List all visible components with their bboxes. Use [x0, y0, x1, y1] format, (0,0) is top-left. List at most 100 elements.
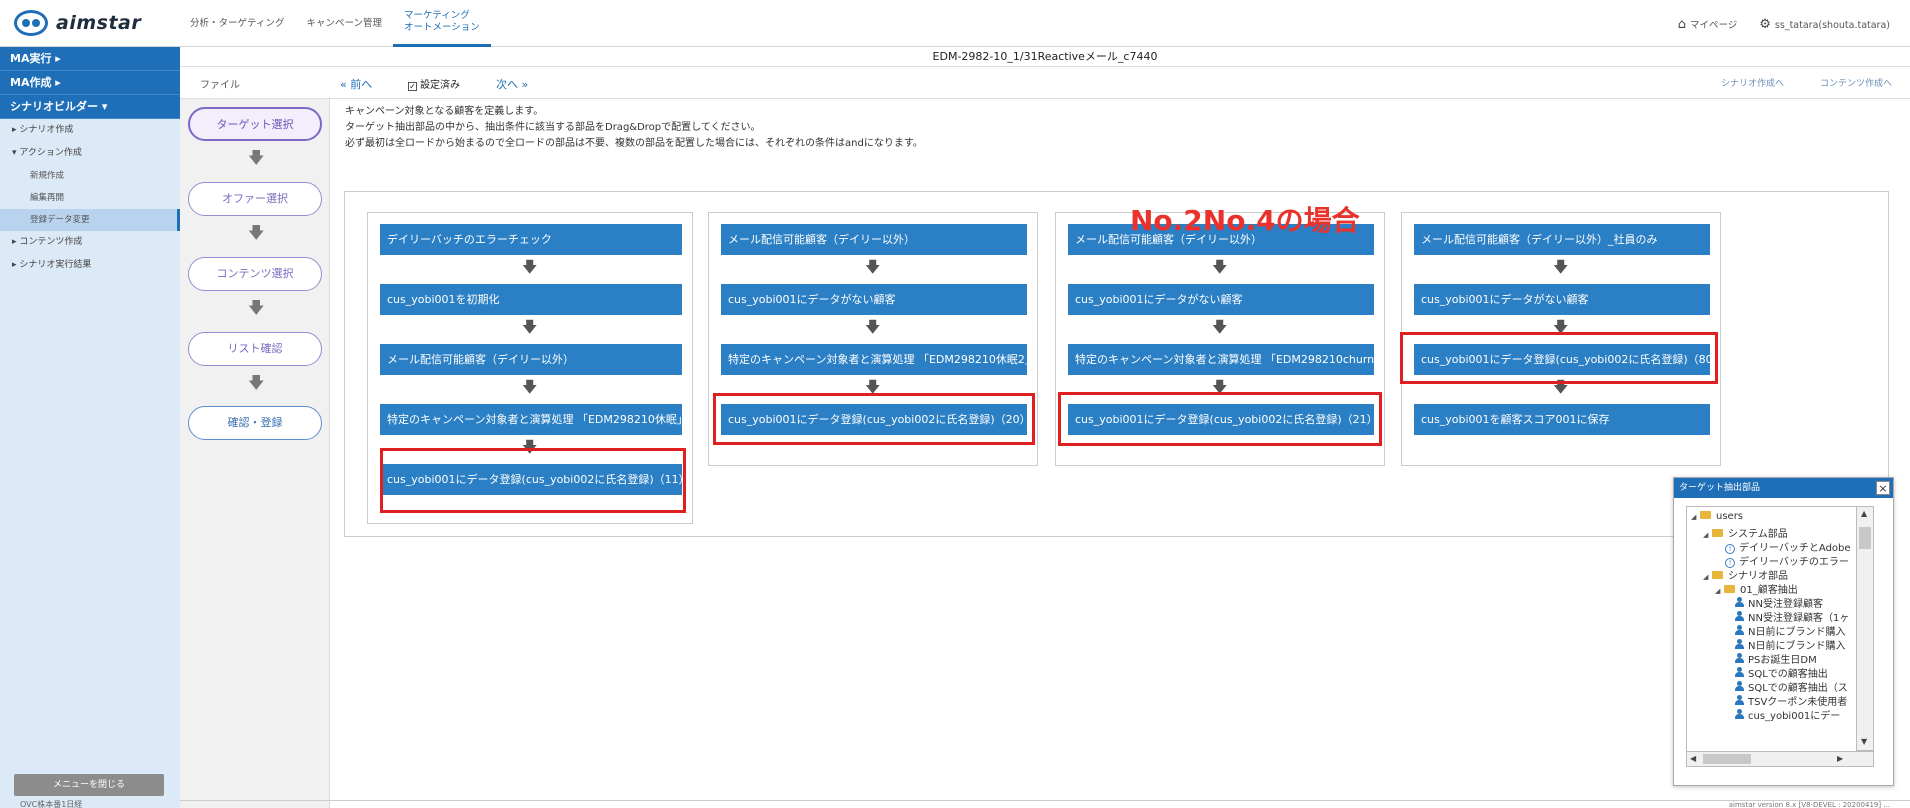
down-arrow-icon: 🡇: [522, 258, 538, 276]
sidebar-item-action-create[interactable]: ▾ アクション作成: [0, 142, 180, 165]
flow-block[interactable]: cus_yobi001にデータがない顧客: [1068, 284, 1374, 315]
step-confirm-register[interactable]: 確認・登録: [188, 406, 322, 440]
scroll-up-icon[interactable]: ▲: [1861, 509, 1867, 518]
collapse-icon[interactable]: ◢: [1691, 513, 1700, 521]
tree-node-part[interactable]: ! デイリーバッチのエラー: [1725, 553, 1849, 568]
step-offer-select[interactable]: オファー選択: [188, 182, 322, 216]
highlight-box: [380, 448, 686, 513]
toolbar: ファイル « 前へ ✓ 設定済み 次へ » シナリオ作成へ コンテンツ作成へ: [180, 67, 1910, 99]
close-menu-button[interactable]: メニューを閉じる: [14, 774, 164, 796]
collapse-icon[interactable]: ◢: [1715, 587, 1724, 595]
mypage-label: マイページ: [1689, 20, 1738, 31]
top-header: aimstar 分析・ターゲティング キャンペーン管理 マーケティング オートメ…: [0, 0, 1910, 47]
user-icon: [1735, 597, 1744, 607]
flow-block[interactable]: cus_yobi001を顧客スコア001に保存: [1414, 404, 1710, 435]
sidebar-item-scenario-results[interactable]: ▸ シナリオ実行結果: [0, 254, 180, 277]
sidebar-item-scenario-create[interactable]: ▸ シナリオ作成: [0, 119, 180, 142]
flow-block[interactable]: cus_yobi001を初期化: [380, 284, 682, 315]
tree-node-part[interactable]: NN受注登録顧客（1ヶ: [1735, 609, 1849, 624]
configured-checkbox[interactable]: ✓ 設定済み: [408, 76, 460, 91]
step-target-select[interactable]: ターゲット選択: [188, 107, 322, 141]
collapse-icon[interactable]: ◢: [1703, 573, 1712, 581]
down-arrow-icon: 🡇: [248, 223, 265, 242]
annotation-title: No.2No.4の場合: [1130, 204, 1360, 237]
configured-label: 設定済み: [420, 80, 460, 91]
sidebar-item-resume-edit[interactable]: 編集再開: [0, 187, 180, 209]
sidebar-ma-create[interactable]: MA作成 ▸: [0, 71, 180, 95]
file-menu[interactable]: ファイル: [200, 76, 240, 91]
logo-text: aimstar: [56, 12, 142, 34]
panel-header[interactable]: ターゲット抽出部品 ×: [1674, 478, 1893, 498]
step-content-select[interactable]: コンテンツ選択: [188, 257, 322, 291]
sidebar-item-new[interactable]: 新規作成: [0, 165, 180, 187]
flow-block[interactable]: 特定のキャンペーン対象者と演算処理 「EDM298210休眠2」: [721, 344, 1027, 375]
flow-column: メール配信可能顧客（デイリー以外） 🡇 cus_yobi001にデータがない顧客…: [708, 212, 1038, 466]
to-scenario-link[interactable]: シナリオ作成へ: [1721, 76, 1784, 89]
flow-block[interactable]: 特定のキャンペーン対象者と演算処理 「EDM298210churn」: [1068, 344, 1374, 375]
sidebar: MA実行 ▸ MA作成 ▸ シナリオビルダー ▾ ▸ シナリオ作成 ▾ アクショ…: [0, 47, 180, 808]
highlight-box: [1400, 332, 1718, 384]
nav-analysis-targeting[interactable]: 分析・ターゲティング: [179, 0, 295, 47]
scroll-thumb[interactable]: [1703, 754, 1751, 764]
sidebar-ma-run[interactable]: MA実行 ▸: [0, 47, 180, 71]
status-bar: aimstar version 8.x [V8-DEVEL : 20200419…: [180, 800, 1910, 808]
step-list-confirm[interactable]: リスト確認: [188, 332, 322, 366]
user-icon: [1735, 639, 1744, 649]
tree-node-customer-extract[interactable]: ◢ 01_顧客抽出: [1715, 581, 1798, 596]
tree-node-part[interactable]: SQLでの顧客抽出（ス: [1735, 679, 1848, 694]
tree-node-part[interactable]: ! デイリーバッチとAdobe: [1725, 539, 1851, 554]
flow-block[interactable]: cus_yobi001にデータがない顧客: [1414, 284, 1710, 315]
sidebar-footer: OVC株本番1日経: [20, 800, 83, 808]
scroll-left-icon[interactable]: ◀: [1690, 754, 1696, 763]
description-line: キャンペーン対象となる顧客を定義します。: [345, 106, 544, 117]
tree-node-part[interactable]: NN受注登録顧客: [1735, 595, 1823, 610]
folder-icon: [1724, 585, 1735, 593]
sidebar-item-content-create[interactable]: ▸ コンテンツ作成: [0, 231, 180, 254]
page-title: EDM-2982-10_1/31Reactiveメール_c7440: [180, 47, 1910, 67]
scroll-thumb[interactable]: [1859, 527, 1871, 549]
flow-block[interactable]: cus_yobi001にデータがない顧客: [721, 284, 1027, 315]
header-right: ⌂ マイページ ⚙ ss_tatara(shouta.tatara): [1678, 17, 1890, 32]
nav-marketing-automation[interactable]: マーケティング オートメーション: [392, 0, 491, 47]
sidebar-scenario-builder[interactable]: シナリオビルダー ▾: [0, 95, 180, 119]
tree-node-part[interactable]: SQLでの顧客抽出: [1735, 665, 1828, 680]
tree-node-part[interactable]: N日前にブランド購入: [1735, 623, 1845, 638]
tree-node-scenario-parts[interactable]: ◢ シナリオ部品: [1703, 567, 1788, 582]
scroll-right-icon[interactable]: ▶: [1837, 754, 1843, 763]
horizontal-scrollbar[interactable]: ◀ ▶: [1686, 751, 1874, 767]
user-menu[interactable]: ⚙ ss_tatara(shouta.tatara): [1759, 17, 1890, 32]
mypage-link[interactable]: ⌂ マイページ: [1678, 17, 1738, 32]
highlight-box: [713, 393, 1035, 445]
user-icon: [1735, 681, 1744, 691]
sidebar-item-registered-data-change[interactable]: 登録データ変更: [0, 209, 180, 231]
folder-icon: [1700, 511, 1711, 519]
nav-campaign-management[interactable]: キャンペーン管理: [295, 0, 393, 47]
flow-block[interactable]: 特定のキャンペーン対象者と演算処理 「EDM298210休眠」: [380, 404, 682, 435]
flow-block[interactable]: メール配信可能顧客（デイリー以外）: [721, 224, 1027, 255]
main-area: EDM-2982-10_1/31Reactiveメール_c7440 ファイル «…: [180, 47, 1910, 808]
tree-node-part[interactable]: TSVクーポン未使用者: [1735, 693, 1847, 708]
collapse-icon[interactable]: ◢: [1703, 531, 1712, 539]
highlight-box: [1058, 392, 1382, 446]
tree-node-system-parts[interactable]: ◢ システム部品: [1703, 525, 1788, 540]
to-content-link[interactable]: コンテンツ作成へ: [1820, 76, 1892, 89]
scroll-down-icon[interactable]: ▼: [1861, 737, 1867, 746]
down-arrow-icon: 🡇: [1553, 258, 1569, 276]
flow-block[interactable]: メール配信可能顧客（デイリー以外）_社員のみ: [1414, 224, 1710, 255]
owl-logo-icon: [14, 10, 48, 36]
user-icon: [1735, 695, 1744, 705]
step-navigation: ターゲット選択 🡇 オファー選択 🡇 コンテンツ選択 🡇 リスト確認 🡇 確認・…: [180, 99, 330, 808]
drop-canvas[interactable]: デイリーバッチのエラーチェック 🡇 cus_yobi001を初期化 🡇 メール配…: [344, 191, 1889, 537]
prev-button[interactable]: « 前へ: [340, 76, 372, 92]
flow-column: メール配信可能顧客（デイリー以外）_社員のみ 🡇 cus_yobi001にデータ…: [1400, 212, 1721, 466]
vertical-scrollbar[interactable]: ▲ ▼: [1856, 506, 1874, 751]
close-icon[interactable]: ×: [1876, 481, 1890, 495]
tree-node-users[interactable]: ◢ users: [1691, 511, 1743, 522]
tree-node-part[interactable]: PSお誕生日DM: [1735, 651, 1817, 666]
tree-node-part[interactable]: N日前にブランド購入: [1735, 637, 1845, 652]
flow-block[interactable]: メール配信可能顧客（デイリー以外）: [380, 344, 682, 375]
next-button[interactable]: 次へ »: [496, 76, 528, 92]
flow-block[interactable]: デイリーバッチのエラーチェック: [380, 224, 682, 255]
tree-node-part[interactable]: cus_yobi001にデー: [1735, 707, 1840, 722]
logo[interactable]: aimstar: [14, 10, 141, 36]
